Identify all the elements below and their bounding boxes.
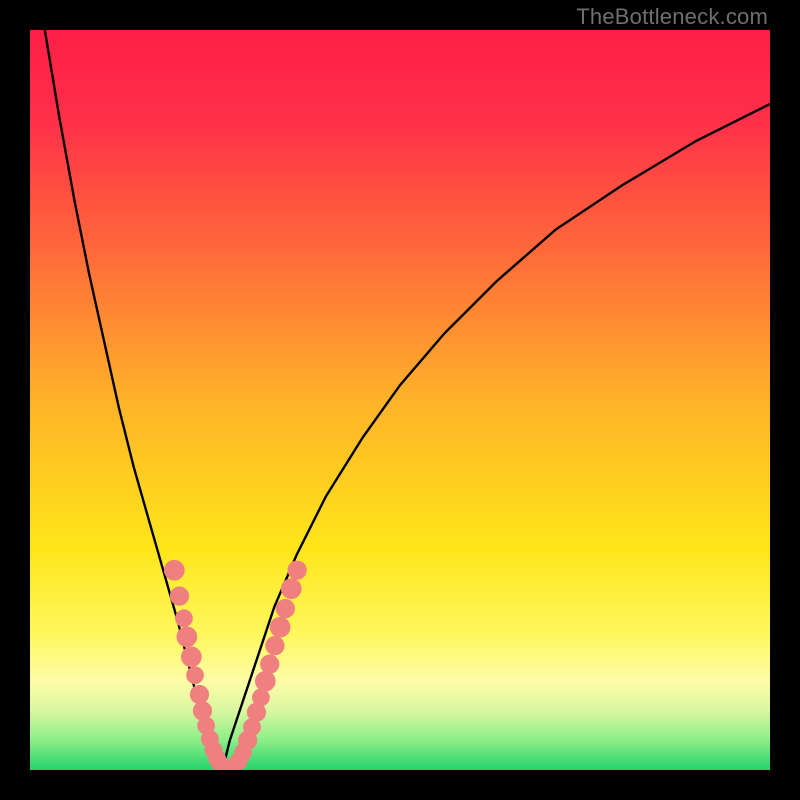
chart-svg xyxy=(30,30,770,770)
data-marker xyxy=(270,617,291,638)
plot-area xyxy=(30,30,770,770)
data-marker xyxy=(255,671,276,692)
right-curve-line xyxy=(222,104,770,770)
data-marker xyxy=(260,655,279,674)
data-marker xyxy=(265,636,284,655)
frame: TheBottleneck.com xyxy=(0,0,800,800)
data-marker xyxy=(190,685,209,704)
data-marker xyxy=(170,586,189,605)
data-marker xyxy=(177,626,198,647)
data-marker xyxy=(164,560,185,581)
watermark-text: TheBottleneck.com xyxy=(576,4,768,30)
marker-layer xyxy=(164,560,307,770)
data-marker xyxy=(288,561,307,580)
data-marker xyxy=(276,599,295,618)
data-marker xyxy=(281,578,302,599)
data-marker xyxy=(181,646,202,667)
data-marker xyxy=(186,666,204,684)
data-marker xyxy=(175,609,193,627)
